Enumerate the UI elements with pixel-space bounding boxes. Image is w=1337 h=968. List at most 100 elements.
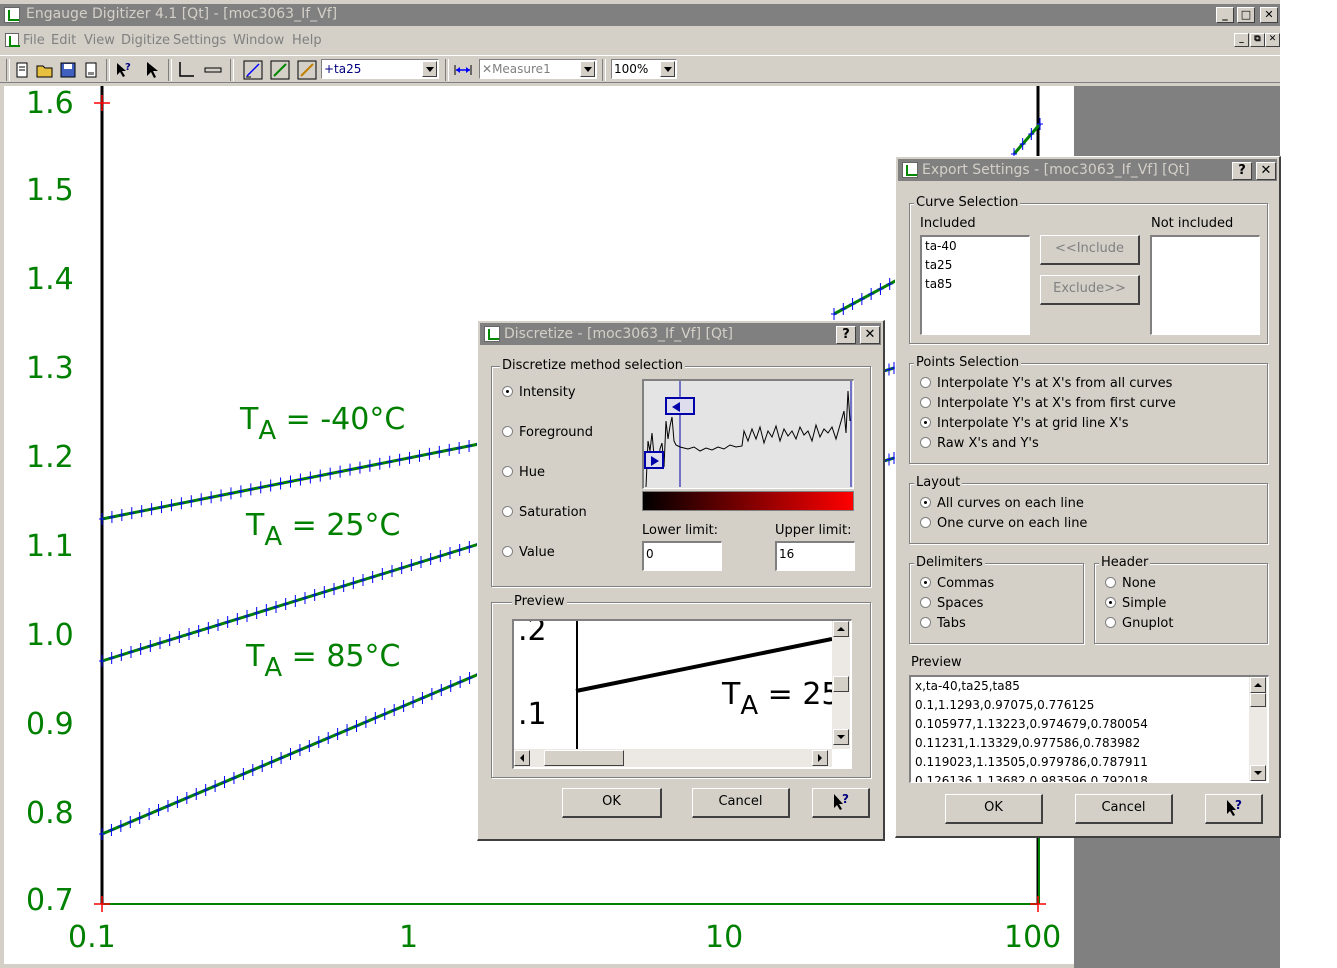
lower-limit-input[interactable]: 0 [642, 541, 722, 571]
save-icon[interactable] [58, 60, 78, 80]
upper-limit-handle[interactable] [665, 397, 695, 415]
export-ok-button[interactable]: OK [945, 794, 1043, 824]
close-icon[interactable]: ✕ [1256, 162, 1276, 180]
radio-one-curve-each-line[interactable]: One curve on each line [920, 516, 1087, 531]
list-item[interactable]: ta25 [925, 258, 952, 272]
preview-hscrollbar[interactable] [514, 749, 832, 767]
radio-label: None [1122, 576, 1156, 591]
open-folder-icon[interactable] [35, 60, 55, 80]
export-settings-dialog: Export Settings - [moc3063_If_Vf] [Qt] ?… [895, 156, 1281, 838]
chevron-down-icon[interactable] [422, 61, 437, 77]
menu-edit[interactable]: Edit [51, 33, 76, 48]
menu-digitize[interactable]: Digitize [121, 33, 170, 48]
measure-select-combo[interactable]: ✕Measure1 [479, 59, 597, 79]
histogram-view[interactable] [642, 379, 854, 489]
mdi-restore-button[interactable]: ⧉ [1250, 33, 1265, 47]
lower-limit-handle[interactable] [644, 451, 664, 469]
radio-header-none[interactable]: None [1105, 576, 1156, 591]
radio-dot [502, 506, 513, 517]
menu-file[interactable]: File [23, 33, 45, 48]
discretize-title: Discretize - [moc3063_If_Vf] [Qt] [504, 326, 733, 342]
discretize-preview-view[interactable]: .2 .1 TA = 25 [512, 619, 852, 769]
upper-limit-input[interactable]: 16 [775, 541, 855, 571]
export-preview-vscrollbar[interactable] [1249, 677, 1267, 781]
scroll-left-button[interactable] [514, 750, 530, 766]
radio-value[interactable]: Value [502, 545, 555, 560]
scroll-up-button[interactable] [833, 621, 849, 637]
chevron-up-icon [1254, 683, 1262, 687]
scroll-up-button[interactable] [1250, 677, 1266, 693]
include-button[interactable]: <<Include [1040, 235, 1140, 265]
radio-saturation[interactable]: Saturation [502, 505, 587, 520]
radio-interpolate-all-curves[interactable]: Interpolate Y's at X's from all curves [920, 376, 1172, 391]
menu-view[interactable]: View [84, 33, 115, 48]
scale-bar-icon[interactable] [203, 60, 223, 80]
list-item[interactable]: ta85 [925, 277, 952, 291]
preview-vscrollbar[interactable] [832, 621, 850, 749]
radio-label: Simple [1122, 596, 1167, 611]
included-list[interactable]: ta-40 ta25 ta85 [920, 235, 1030, 335]
chevron-down-icon[interactable] [660, 61, 675, 77]
discretize-help-button[interactable]: ? [812, 788, 870, 818]
radio-intensity[interactable]: Intensity [502, 385, 576, 400]
not-included-list[interactable] [1150, 235, 1260, 335]
radio-all-curves-each-line[interactable]: All curves on each line [920, 496, 1084, 511]
radio-header-simple[interactable]: Simple [1105, 596, 1166, 611]
radio-header-gnuplot[interactable]: Gnuplot [1105, 616, 1173, 631]
toolbar-separator [230, 59, 234, 81]
chevron-down-icon[interactable] [580, 61, 595, 77]
print-icon[interactable] [81, 60, 101, 80]
measure-icon[interactable] [453, 60, 473, 80]
export-help-button[interactable]: ? [1205, 794, 1263, 824]
radio-raw-xy[interactable]: Raw X's and Y's [920, 436, 1039, 451]
radio-commas[interactable]: Commas [920, 576, 994, 591]
discretize-ok-button[interactable]: OK [562, 788, 662, 818]
scroll-down-button[interactable] [1250, 765, 1266, 781]
radio-hue[interactable]: Hue [502, 465, 545, 480]
export-cancel-button[interactable]: Cancel [1075, 794, 1173, 824]
radio-interpolate-grid-lines[interactable]: Interpolate Y's at grid line X's [920, 416, 1129, 431]
discretize-cancel-button[interactable]: Cancel [692, 788, 790, 818]
curve-select-combo[interactable]: +ta25 [321, 59, 439, 79]
export-preview-text[interactable]: x,ta-40,ta25,ta85 0.1,1.1293,0.97075,0.7… [909, 675, 1269, 783]
radio-label: Interpolate Y's at X's from first curve [937, 396, 1176, 411]
help-title-button[interactable]: ? [1232, 162, 1252, 180]
scroll-thumb[interactable] [1250, 693, 1266, 707]
help-title-button[interactable]: ? [836, 326, 856, 344]
scroll-right-button[interactable] [812, 750, 828, 766]
list-item[interactable]: ta-40 [925, 239, 957, 253]
select-arrow-icon[interactable] [142, 60, 162, 80]
close-icon[interactable]: ✕ [860, 326, 880, 344]
radio-dot [920, 617, 931, 628]
whats-this-icon[interactable]: ? [114, 60, 134, 80]
segment-fill-icon[interactable] [270, 60, 290, 80]
scroll-thumb[interactable] [544, 750, 624, 766]
radio-spaces[interactable]: Spaces [920, 596, 983, 611]
menu-window[interactable]: Window [233, 33, 284, 48]
exclude-button[interactable]: Exclude>> [1040, 275, 1140, 305]
new-file-icon[interactable] [12, 60, 32, 80]
curve-point-icon[interactable] [243, 60, 263, 80]
chevron-left-icon [520, 754, 524, 762]
mdi-close-button[interactable]: ✕ [1265, 33, 1280, 47]
point-match-icon[interactable] [297, 60, 317, 80]
maximize-button[interactable]: □ [1237, 7, 1255, 23]
radio-interpolate-first-curve[interactable]: Interpolate Y's at X's from first curve [920, 396, 1176, 411]
radio-foreground[interactable]: Foreground [502, 425, 593, 440]
close-button[interactable]: ✕ [1260, 7, 1278, 23]
radio-tabs[interactable]: Tabs [920, 616, 966, 631]
radio-label: All curves on each line [937, 496, 1084, 511]
axis-point-icon[interactable] [176, 60, 196, 80]
preview-line: 0.119023,1.13505,0.979786,0.787911 [915, 755, 1148, 769]
menu-help[interactable]: Help [292, 33, 322, 48]
curve-point-markers [99, 668, 482, 840]
menu-settings[interactable]: Settings [173, 33, 226, 48]
scroll-thumb[interactable] [833, 676, 849, 692]
toolbar-separator [602, 59, 606, 81]
mdi-minimize-button[interactable]: _ [1234, 33, 1249, 47]
zoom-combo[interactable]: 100% [611, 59, 677, 79]
scroll-down-button[interactable] [833, 729, 849, 745]
whats-this-icon: ? [833, 792, 849, 810]
chevron-up-icon [837, 627, 845, 631]
minimize-button[interactable]: _ [1216, 7, 1234, 23]
